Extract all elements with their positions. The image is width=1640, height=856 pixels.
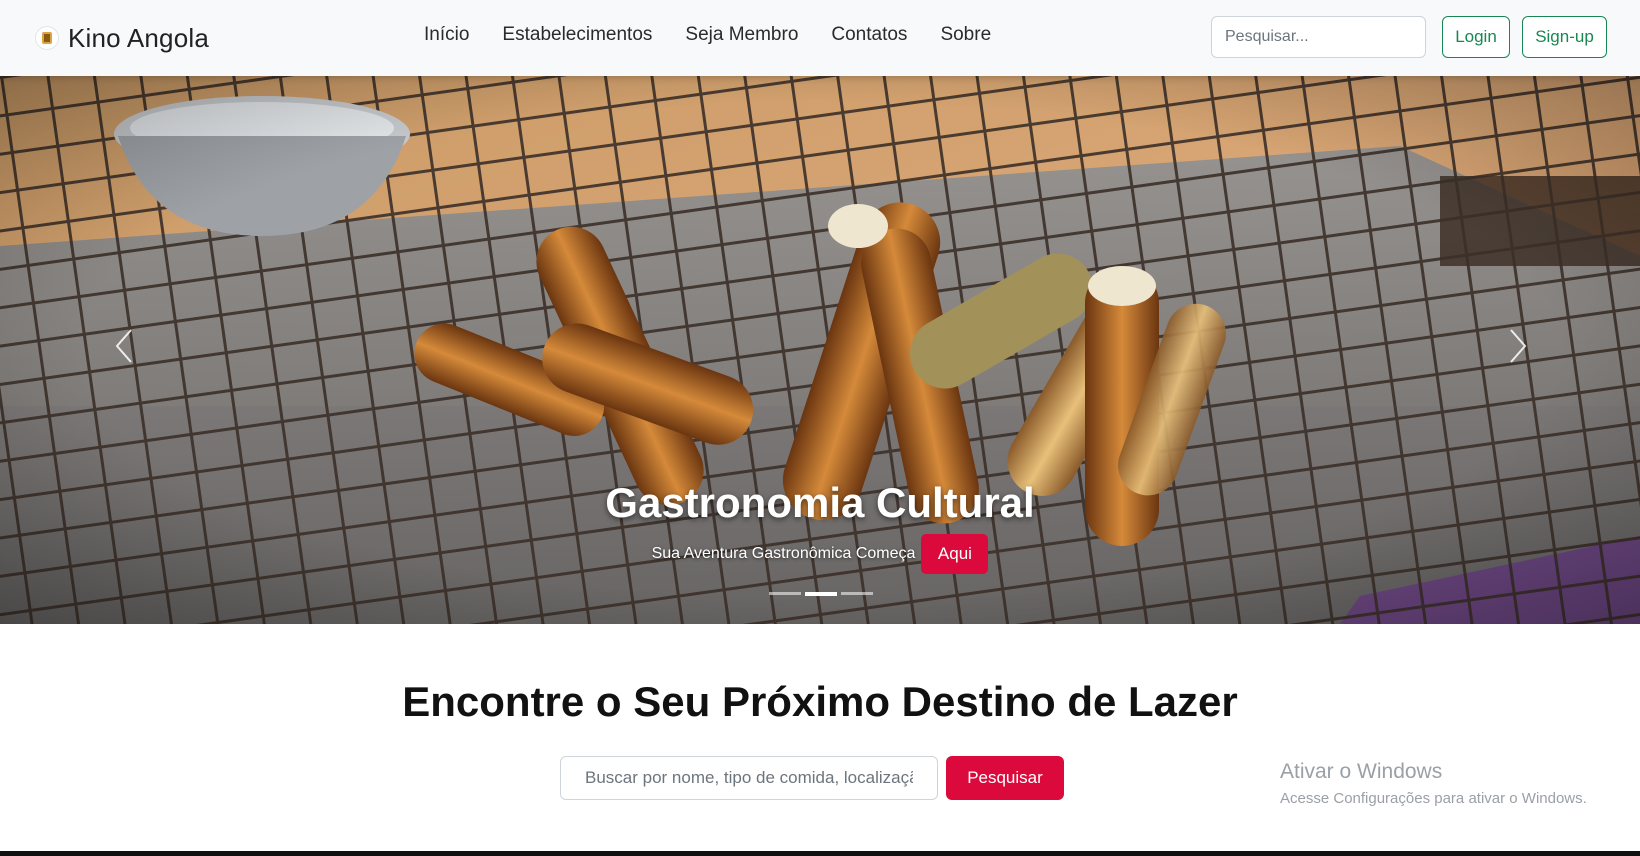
bottom-border bbox=[0, 851, 1640, 856]
login-button[interactable]: Login bbox=[1442, 16, 1510, 58]
windows-activation-watermark: Ativar o Windows Acesse Configurações pa… bbox=[1280, 760, 1587, 807]
chevron-left-icon bbox=[115, 329, 132, 363]
nav-link-sobre[interactable]: Sobre bbox=[940, 24, 991, 46]
carousel-prev-button[interactable] bbox=[104, 316, 144, 376]
hero-subtitle: Sua Aventura Gastronômica Começa bbox=[651, 545, 916, 562]
nav-link-inicio[interactable]: Início bbox=[424, 24, 469, 46]
carousel-indicator-3[interactable] bbox=[841, 592, 873, 595]
chevron-right-icon bbox=[1510, 329, 1527, 363]
nav-link-contatos[interactable]: Contatos bbox=[831, 24, 907, 46]
carousel-caption: Gastronomia Cultural Sua Aventura Gastro… bbox=[0, 476, 1640, 574]
search-button[interactable]: Pesquisar bbox=[946, 756, 1064, 800]
carousel-indicator-2[interactable] bbox=[805, 592, 837, 596]
watermark-title: Ativar o Windows bbox=[1280, 760, 1443, 783]
brand-logo-icon bbox=[36, 27, 58, 49]
section-title: Encontre o Seu Próximo Destino de Lazer bbox=[402, 678, 1238, 725]
hero-carousel: Gastronomia Cultural Sua Aventura Gastro… bbox=[0, 76, 1640, 624]
hero-cta-button[interactable]: Aqui bbox=[921, 534, 989, 574]
brand-name: Kino Angola bbox=[68, 22, 209, 53]
nav-link-seja-membro[interactable]: Seja Membro bbox=[685, 24, 798, 46]
carousel-indicators bbox=[769, 592, 877, 596]
watermark-subtitle: Acesse Configurações para ativar o Windo… bbox=[1280, 790, 1587, 807]
brand[interactable]: Kino Angola bbox=[36, 20, 209, 56]
nav-search-input[interactable] bbox=[1211, 16, 1426, 58]
top-navbar: Kino Angola Início Estabelecimentos Seja… bbox=[0, 0, 1640, 76]
nav-link-estabelecimentos[interactable]: Estabelecimentos bbox=[502, 24, 652, 46]
main-search-input[interactable] bbox=[560, 756, 938, 800]
carousel-next-button[interactable] bbox=[1498, 316, 1538, 376]
signup-button[interactable]: Sign-up bbox=[1522, 16, 1607, 58]
hero-title: Gastronomia Cultural bbox=[605, 479, 1035, 526]
carousel-indicator-1[interactable] bbox=[769, 592, 801, 595]
nav-links: Início Estabelecimentos Seja Membro Cont… bbox=[424, 24, 1024, 46]
